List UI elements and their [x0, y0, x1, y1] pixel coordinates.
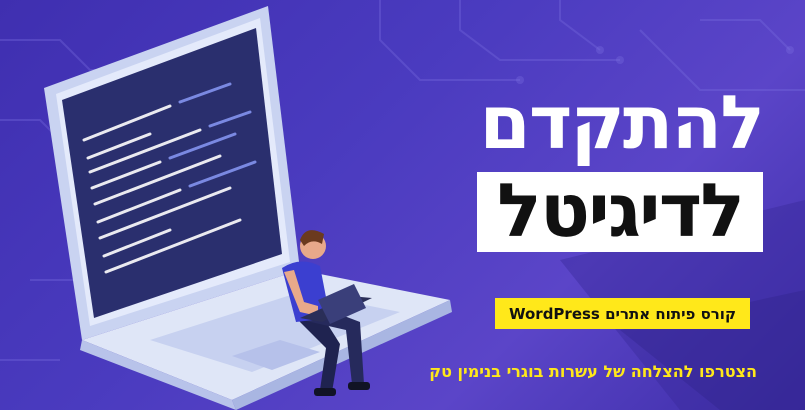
course-label-box[interactable]: קורס פיתוח אתרים WordPress [494, 298, 750, 329]
course-label: קורס פיתוח אתרים WordPress [508, 305, 736, 323]
headline-line-1: להתקדם [479, 80, 765, 166]
hero-banner: להתקדם לדיגיטל קורס פיתוח אתרים WordPres… [0, 0, 805, 410]
tagline: הצטרפו להצלחה של עשרות בוגרי בנימין טק [429, 362, 757, 381]
headline: להתקדם לדיגיטל [477, 80, 765, 252]
headline-line-2: לדיגיטל [497, 168, 745, 254]
headline-line-2-box: לדיגיטל [477, 172, 763, 252]
